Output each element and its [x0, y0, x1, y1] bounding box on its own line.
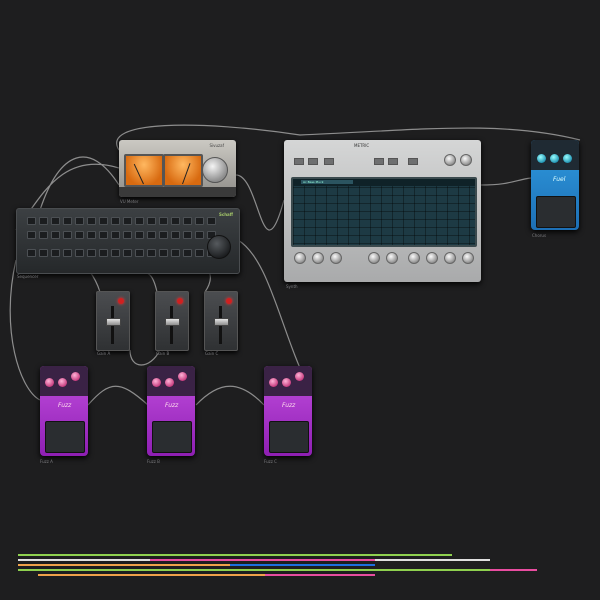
fuzz-2-label: Fuzz B — [147, 459, 160, 464]
fuzz-3-label: Fuzz C — [264, 459, 277, 464]
synth-device[interactable]: METRIC Ac Bass Pluck — [284, 140, 481, 282]
synth-knob-a[interactable] — [444, 154, 456, 166]
fuzz-pedal-1[interactable]: Fuzz — [40, 366, 88, 456]
chorus-pedal[interactable]: Fuel — [531, 140, 579, 230]
chorus-knob-1[interactable] — [537, 154, 546, 163]
synth-knob-8[interactable] — [444, 252, 456, 264]
synth-switch-1[interactable] — [294, 158, 304, 165]
fuzz-3-footswitch[interactable] — [269, 421, 309, 453]
fuzz-1-footswitch[interactable] — [45, 421, 85, 453]
timeline-clip[interactable] — [490, 569, 537, 571]
vu-meter-volume-knob[interactable] — [202, 157, 228, 183]
sequencer-step-row-top[interactable] — [27, 217, 216, 225]
synth-knob-4[interactable] — [368, 252, 380, 264]
timeline-clip[interactable] — [18, 569, 537, 571]
timeline-clip[interactable] — [18, 554, 452, 556]
chorus-knob-3[interactable] — [563, 154, 572, 163]
fader-label-1: Gain A — [97, 351, 111, 356]
synth-knob-5[interactable] — [386, 252, 398, 264]
fuzz-2-knob-c[interactable] — [178, 372, 187, 381]
fuzz-3-logo: Fuzz — [282, 402, 296, 409]
fader-handle-2[interactable] — [165, 318, 180, 326]
synth-preset-name[interactable]: Ac Bass Pluck — [301, 180, 353, 184]
fuzz-pedal-2[interactable]: Fuzz — [147, 366, 195, 456]
fuzz-1-knob-c[interactable] — [71, 372, 80, 381]
synth-title: METRIC — [354, 143, 370, 148]
fader-device-1[interactable] — [96, 291, 130, 351]
fuzz-1-knob-a[interactable] — [45, 378, 54, 387]
synth-knob-9[interactable] — [462, 252, 474, 264]
chorus-label: Chorus — [532, 233, 547, 238]
patch-cables — [9, 124, 581, 406]
vu-meter-label: VU Meter — [120, 199, 139, 204]
fuzz-3-knob-a[interactable] — [269, 378, 278, 387]
fader-led-3 — [226, 298, 232, 304]
fader-led-2 — [177, 298, 183, 304]
fuzz-2-logo: Fuzz — [165, 402, 179, 409]
sequencer-device[interactable]: Schaff — [16, 208, 240, 274]
timeline-clip[interactable] — [265, 574, 375, 576]
fuzz-1-label: Fuzz A — [40, 459, 53, 464]
sequencer-step-row-bottom[interactable] — [27, 249, 216, 257]
synth-knob-2[interactable] — [312, 252, 324, 264]
synth-switch-4[interactable] — [374, 158, 384, 165]
synth-knob-b[interactable] — [460, 154, 472, 166]
chorus-footswitch[interactable] — [536, 196, 576, 228]
timeline[interactable] — [0, 548, 600, 588]
fuzz-3-knob-b[interactable] — [282, 378, 291, 387]
synth-switch-2[interactable] — [308, 158, 318, 165]
fader-device-3[interactable] — [204, 291, 238, 351]
fuzz-2-footswitch[interactable] — [152, 421, 192, 453]
synth-knob-6[interactable] — [408, 252, 420, 264]
synth-label: Synth — [286, 284, 298, 289]
timeline-clip[interactable] — [230, 564, 375, 566]
synth-knob-3[interactable] — [330, 252, 342, 264]
sequencer-brand: Schaff — [218, 212, 233, 217]
vu-meter-base — [119, 187, 236, 197]
synth-switch-3[interactable] — [324, 158, 334, 165]
fuzz-pedal-3[interactable]: Fuzz — [264, 366, 312, 456]
fader-device-2[interactable] — [155, 291, 189, 351]
vu-meter-right-dial — [163, 154, 203, 187]
chorus-knob-2[interactable] — [550, 154, 559, 163]
fader-handle-3[interactable] — [214, 318, 229, 326]
synth-knob-7[interactable] — [426, 252, 438, 264]
vu-meter-device[interactable]: Sivuzaf — [119, 140, 236, 197]
sequencer-label: Sequencer — [17, 274, 39, 279]
timeline-clip[interactable] — [150, 559, 375, 561]
fader-label-3: Gain C — [205, 351, 219, 356]
synth-switch-5[interactable] — [388, 158, 398, 165]
fader-handle-1[interactable] — [106, 318, 121, 326]
vu-meter-left-dial — [124, 154, 164, 187]
sequencer-tempo-knob[interactable] — [207, 235, 231, 259]
chorus-logo: Fuel — [553, 176, 566, 183]
synth-knob-1[interactable] — [294, 252, 306, 264]
fuzz-1-logo: Fuzz — [58, 402, 72, 409]
vu-meter-brand: Sivuzaf — [209, 143, 224, 148]
fader-label-2: Gain B — [156, 351, 170, 356]
fuzz-3-knob-c[interactable] — [295, 372, 304, 381]
sequencer-step-row-middle[interactable] — [27, 231, 216, 239]
fuzz-2-knob-a[interactable] — [152, 378, 161, 387]
fuzz-2-knob-b[interactable] — [165, 378, 174, 387]
fader-led-1 — [118, 298, 124, 304]
rack-canvas[interactable]: Sivuzaf VU Meter Schaff Sequencer METRIC — [0, 0, 600, 600]
synth-display[interactable]: Ac Bass Pluck — [291, 177, 477, 247]
fuzz-1-knob-b[interactable] — [58, 378, 67, 387]
synth-switch-6[interactable] — [408, 158, 418, 165]
